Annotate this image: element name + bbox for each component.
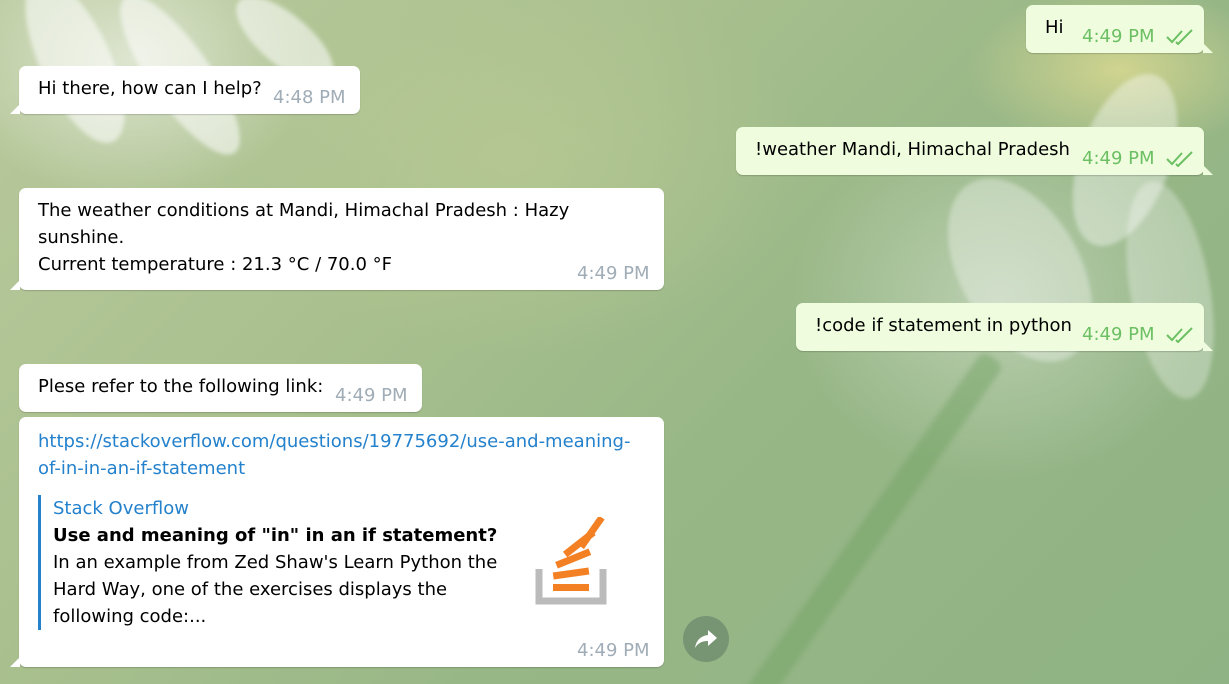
- outgoing-message[interactable]: Hi 4:49 PM: [1026, 5, 1213, 53]
- outgoing-message[interactable]: !weather Mandi, Himachal Pradesh 4:49 PM: [736, 127, 1213, 175]
- message-time: 4:49 PM: [335, 385, 408, 406]
- preview-site-name: Stack Overflow: [53, 498, 189, 519]
- preview-description-line: Hard Way, one of the exercises displays …: [53, 579, 448, 600]
- message-text: !weather Mandi, Himachal Pradesh: [755, 139, 1070, 160]
- stackoverflow-logo-icon: [535, 517, 607, 605]
- share-button[interactable]: [683, 616, 729, 662]
- incoming-message[interactable]: Plese refer to the following link: 4:49 …: [19, 364, 422, 412]
- double-check-icon: [1166, 327, 1193, 343]
- message-text: !code if statement in python: [815, 315, 1072, 336]
- message-time: 4:49 PM: [1082, 148, 1155, 169]
- link-preview[interactable]: Stack Overflow Use and meaning of "in" i…: [38, 495, 523, 630]
- link-line[interactable]: https://stackoverflow.com/questions/1977…: [38, 428, 630, 455]
- background-stem: [741, 350, 1005, 684]
- double-check-icon: [1166, 151, 1193, 167]
- message-time: 4:48 PM: [273, 87, 346, 108]
- chat-area: Hi 4:49 PM Hi there, how can I help? 4:4…: [0, 0, 1229, 684]
- message-text: Hi there, how can I help?: [38, 78, 262, 99]
- message-time: 4:49 PM: [1082, 26, 1155, 47]
- preview-description-line: following code:...: [53, 606, 207, 627]
- outgoing-message[interactable]: !code if statement in python 4:49 PM: [796, 303, 1213, 351]
- message-line: The weather conditions at Mandi, Himacha…: [38, 200, 570, 221]
- message-line: sunshine.: [38, 227, 125, 248]
- incoming-link-message[interactable]: https://stackoverflow.com/questions/1977…: [10, 417, 664, 667]
- message-time: 4:49 PM: [1082, 324, 1155, 345]
- preview-description-line: In an example from Zed Shaw's Learn Pyth…: [53, 552, 498, 573]
- preview-title: Use and meaning of "in" in an if stateme…: [53, 525, 498, 546]
- incoming-message[interactable]: The weather conditions at Mandi, Himacha…: [10, 188, 664, 290]
- double-check-icon: [1166, 29, 1193, 45]
- message-text: Hi: [1045, 17, 1064, 38]
- message-time: 4:49 PM: [577, 263, 650, 284]
- message-text: Plese refer to the following link:: [38, 376, 324, 397]
- share-icon: [695, 630, 717, 648]
- message-text: The weather conditions at Mandi, Himacha…: [38, 197, 569, 278]
- message-time: 4:49 PM: [577, 640, 650, 661]
- message-line: Current temperature : 21.3 °C / 70.0 °F: [38, 254, 393, 275]
- message-link[interactable]: https://stackoverflow.com/questions/1977…: [38, 428, 630, 482]
- link-line[interactable]: of-in-in-an-if-statement: [38, 455, 630, 482]
- incoming-message[interactable]: Hi there, how can I help? 4:48 PM: [10, 66, 360, 114]
